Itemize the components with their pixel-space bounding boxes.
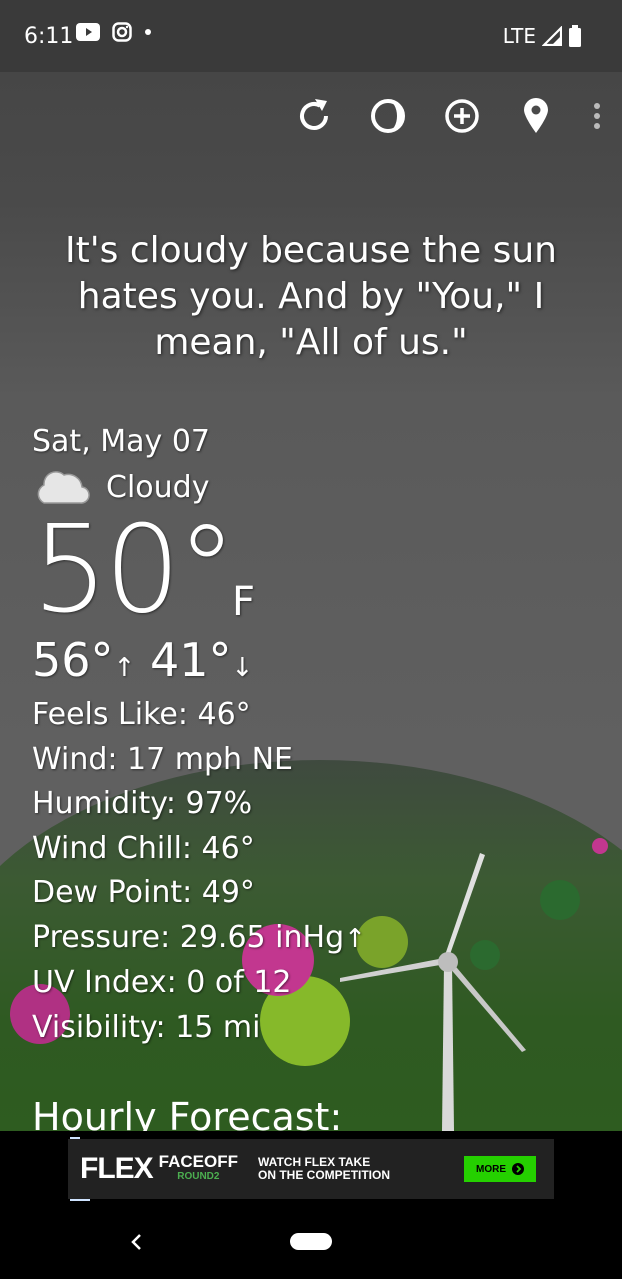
youtube-icon: [76, 23, 100, 41]
toolbar: [294, 92, 604, 140]
ad-round: ROUND2: [177, 1171, 220, 1182]
back-button[interactable]: [124, 1227, 148, 1257]
feels-like: Feels Like: 46°: [32, 697, 251, 732]
ad-more-label: MORE: [476, 1163, 506, 1175]
more-options-button[interactable]: [590, 92, 604, 140]
temperature-unit: F: [232, 579, 256, 625]
status-bar: 6:11 LTE: [0, 0, 622, 72]
refresh-icon: [300, 99, 328, 130]
pressure-arrow-icon: ↑: [344, 923, 366, 954]
more-vert-icon: [594, 103, 600, 129]
refresh-button[interactable]: [294, 92, 334, 140]
uv-index: UV Index: 0 of 12: [32, 965, 292, 1000]
status-right: LTE: [503, 24, 582, 48]
add-location-button[interactable]: [442, 92, 482, 140]
ad-tagline: WATCH FLEX TAKE ON THE COMPETITION: [258, 1156, 390, 1182]
home-button[interactable]: [290, 1233, 332, 1250]
ad-brand: FLEX: [80, 1152, 154, 1185]
current-temperature: 50°: [32, 501, 237, 640]
temperature-row: 50° F: [32, 511, 366, 631]
high-arrow-icon: ↑: [113, 653, 136, 683]
theme-button[interactable]: [368, 92, 408, 140]
battery-icon: [569, 25, 581, 47]
navigation-bar: [0, 1201, 622, 1279]
current-weather: Sat, May 07 Cloudy 50° F 56°↑ 41°↓ Feels…: [32, 424, 366, 1050]
low-temp: 41°: [149, 633, 232, 687]
weather-condition: Cloudy: [106, 469, 210, 505]
weather-date: Sat, May 07: [32, 424, 210, 459]
theme-icon: [371, 99, 405, 133]
weather-quote: It's cloudy because the sun hates you. A…: [65, 230, 557, 363]
notification-dot-icon: [145, 29, 151, 35]
ad-faceoff: FACEOFF ROUND2: [159, 1153, 238, 1184]
location-button[interactable]: [516, 92, 556, 140]
visibility: Visibility: 15 mi: [32, 1009, 261, 1045]
ad-content[interactable]: FLEX FACEOFF ROUND2 WATCH FLEX TAKE ON THE…: [68, 1139, 554, 1199]
location-pin-icon: [524, 98, 548, 133]
background-tree: [540, 880, 580, 920]
pressure-value: Pressure: 29.65 inHg: [32, 919, 345, 955]
humidity: Humidity: 97%: [32, 786, 253, 821]
pressure: Pressure: 29.65 inHg↑: [32, 916, 366, 962]
ad-tagline-line2: ON THE COMPETITION: [258, 1168, 391, 1182]
add-location-icon: [445, 99, 479, 133]
ad-tagline-line1: WATCH FLEX TAKE: [258, 1155, 371, 1169]
background-tree: [592, 838, 608, 854]
wind-chill: Wind Chill: 46°: [32, 830, 255, 866]
dew-point: Dew Point: 49°: [32, 875, 255, 910]
status-time: 6:11: [24, 24, 74, 49]
high-temp: 56°: [32, 633, 114, 687]
back-icon: [131, 1234, 141, 1250]
high-low-temps: 56°↑ 41°↓: [32, 633, 366, 687]
network-type: LTE: [502, 24, 536, 48]
ad-banner: FLEX FACEOFF ROUND2 WATCH FLEX TAKE ON THE…: [0, 1131, 622, 1201]
chevron-right-icon: [512, 1163, 524, 1175]
instagram-icon: [112, 22, 132, 42]
weather-details: Feels Like: 46° Wind: 17 mph NE Humidity…: [32, 693, 366, 1050]
wind: Wind: 17 mph NE: [32, 741, 293, 777]
low-arrow-icon: ↓: [231, 653, 254, 683]
ad-more-button[interactable]: MORE: [464, 1156, 536, 1182]
signal-icon: [542, 26, 562, 46]
status-notification-icons: [76, 22, 152, 42]
